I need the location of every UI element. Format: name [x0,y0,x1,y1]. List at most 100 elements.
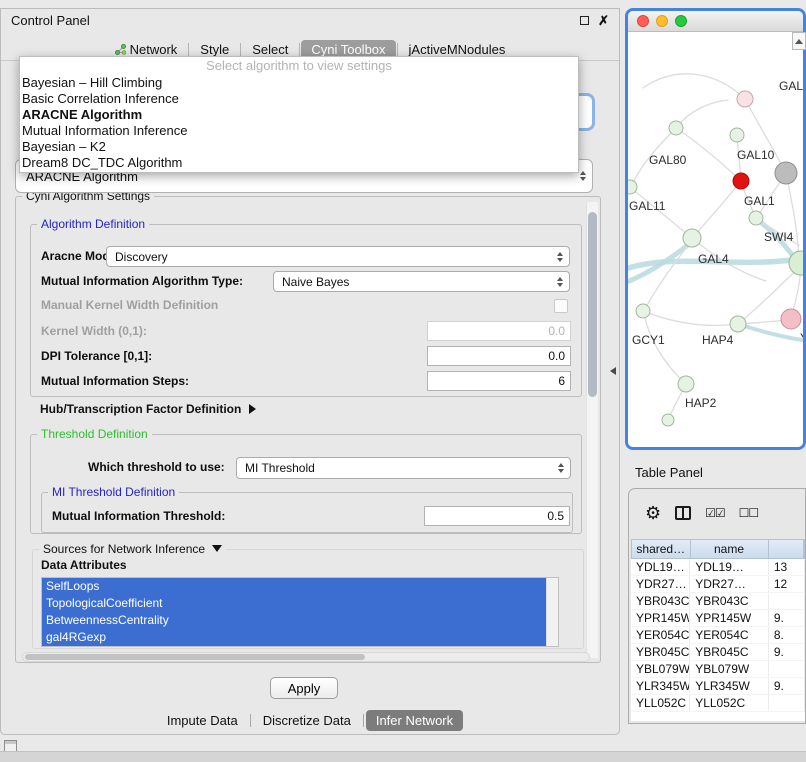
expanded-arrow-icon [212,545,222,552]
network-node[interactable] [775,162,797,184]
table-row[interactable]: YLR345WYLR345W9. [631,678,805,695]
data-attributes-label: Data Attributes [41,558,127,572]
table-cell: 9. [769,610,805,626]
columns-icon[interactable] [675,506,691,520]
scrollbar-up-arrow[interactable] [792,32,806,50]
table-cell: YDL19… [631,559,690,575]
tab-infer-network[interactable]: Infer Network [366,710,463,731]
table-cell: YBL079W [690,661,769,677]
table-row[interactable]: YBL079WYBL079W [631,661,805,678]
menu-item-dream8-dc-tdc-algorithm[interactable]: Dream8 DC_TDC Algorithm [20,155,578,171]
node-label-gal11: GAL11 [629,199,666,213]
attribute-item-topologicalcoefficient[interactable]: TopologicalCoefficient [42,595,546,612]
table-cell: YBR045C [631,644,690,660]
network-edge [694,181,741,236]
bottom-bar [0,751,806,762]
gear-icon[interactable]: ⚙ [645,504,661,522]
settings-vertical-scrollbar[interactable] [586,202,598,658]
table-panel-window: ⚙ ☑☑ ☐☐ shared…name YDL19…YDL19…13YDR27…… [628,488,806,724]
network-canvas[interactable]: GAL80GAL10GAL11GAL1SWI4GAL4GCY1HAP4HAP2G… [628,32,803,447]
mi-type-combobox[interactable]: Naive Bayes [273,271,570,292]
column-header-extra[interactable] [769,540,805,558]
table-row[interactable]: YPR145WYPR145W9. [631,610,805,627]
table-row[interactable]: YBR045CYBR045C9. [631,644,805,661]
show-columns-icon[interactable]: ☑☑ [705,506,725,520]
network-node[interactable] [730,128,744,142]
network-node[interactable] [636,304,650,318]
dpi-tolerance-field[interactable] [427,346,571,366]
table-cell: YPR145W [631,610,690,626]
table-cell: YPR145W [690,610,769,626]
attribute-item-selfloops[interactable]: SelfLoops [42,578,546,595]
list-scrollbar[interactable] [546,578,558,646]
attribute-item-gal4rgexp[interactable]: gal4RGexp [42,629,546,646]
close-traffic-light-icon[interactable] [637,15,649,27]
menu-item-bayesian-k2[interactable]: Bayesian – K2 [20,139,578,155]
which-threshold-value: MI Threshold [245,461,554,475]
minimize-traffic-light-icon[interactable] [656,15,668,27]
menu-item-aracne-algorithm[interactable]: ARACNE Algorithm [20,107,578,123]
mi-steps-field[interactable] [427,371,571,391]
table-cell: YLR345W [631,678,690,694]
network-node[interactable] [733,173,749,189]
hide-columns-icon[interactable]: ☐☐ [739,506,759,520]
network-node[interactable] [730,316,746,332]
table-row[interactable]: YBR043CYBR043C [631,593,805,610]
network-node[interactable] [628,180,637,194]
network-node[interactable] [662,414,674,426]
sources-toggle[interactable]: Sources for Network Inference [39,542,226,556]
float-window-icon[interactable] [580,16,589,25]
tab-impute-data[interactable]: Impute Data [157,710,248,731]
mi-type-value: Naive Bayes [282,275,553,289]
table-row[interactable]: YDL19…YDL19…13 [631,559,805,576]
table-cell: 12 [769,576,805,592]
table-row[interactable]: YDR27…YDR27…12 [631,576,805,593]
table-row[interactable]: YER054CYER054C8. [631,627,805,644]
network-node[interactable] [683,229,701,247]
attribute-item-betweennesscentrality[interactable]: BetweennessCentrality [42,612,546,629]
network-node[interactable] [669,121,683,135]
network-graph: GAL80GAL10GAL11GAL1SWI4GAL4GCY1HAP4HAP2G… [628,32,803,447]
close-icon[interactable]: ✗ [598,14,609,27]
node-label-gal10: GAL10 [737,148,775,162]
network-edge [645,240,692,309]
aracne-mode-combobox[interactable]: Discovery [106,246,570,267]
mi-threshold-group: MI Threshold Definition Mutual Informati… [41,492,573,533]
menu-item-bayesian-hill-climbing[interactable]: Bayesian – Hill Climbing [20,75,578,91]
table-cell: YDL19… [690,559,769,575]
kernel-width-label: Kernel Width (0,1): [41,321,147,342]
column-header-shared-[interactable]: shared… [632,540,691,558]
settings-horizontal-scrollbar[interactable] [22,652,590,662]
mi-threshold-label: Mutual Information Threshold: [52,506,225,527]
menu-item-mutual-information-inference[interactable]: Mutual Information Inference [20,123,578,139]
network-node[interactable] [737,91,753,107]
mi-steps-label: Mutual Information Steps: [41,371,189,392]
tab-discretize-data[interactable]: Discretize Data [253,710,361,731]
zoom-traffic-light-icon[interactable] [675,15,687,27]
which-threshold-combobox[interactable]: MI Threshold [236,457,571,479]
tab-label: jActiveMNodules [409,42,506,57]
network-window-titlebar [628,11,803,32]
apply-button[interactable]: Apply [270,677,338,699]
mi-threshold-field[interactable] [424,506,570,526]
column-header-name[interactable]: name [691,540,769,558]
kernel-width-field[interactable] [427,321,571,341]
manual-kernel-checkbox[interactable] [554,299,568,313]
scrollbar-thumb[interactable] [588,212,597,397]
network-node[interactable] [678,376,694,392]
scrollbar-thumb[interactable] [25,654,365,660]
aracne-mode-value: Discovery [115,250,553,264]
table-panel-title: Table Panel [635,465,703,480]
node-label-gal: GAL [779,79,803,93]
menu-item-basic-correlation-inference[interactable]: Basic Correlation Inference [20,91,578,107]
splitter-collapse-icon[interactable] [610,367,616,375]
node-label-y: Y [800,331,803,345]
table-cell: YLR345W [690,678,769,694]
table-cell: YBR043C [690,593,769,609]
network-node[interactable] [749,211,763,225]
hub-definition-toggle[interactable]: Hub/Transcription Factor Definition [40,402,256,416]
network-node[interactable] [781,309,801,329]
node-label-hap2: HAP2 [685,396,717,410]
sources-group: Sources for Network Inference Data Attri… [32,549,584,649]
table-row[interactable]: YLL052CYLL052C [631,695,805,712]
